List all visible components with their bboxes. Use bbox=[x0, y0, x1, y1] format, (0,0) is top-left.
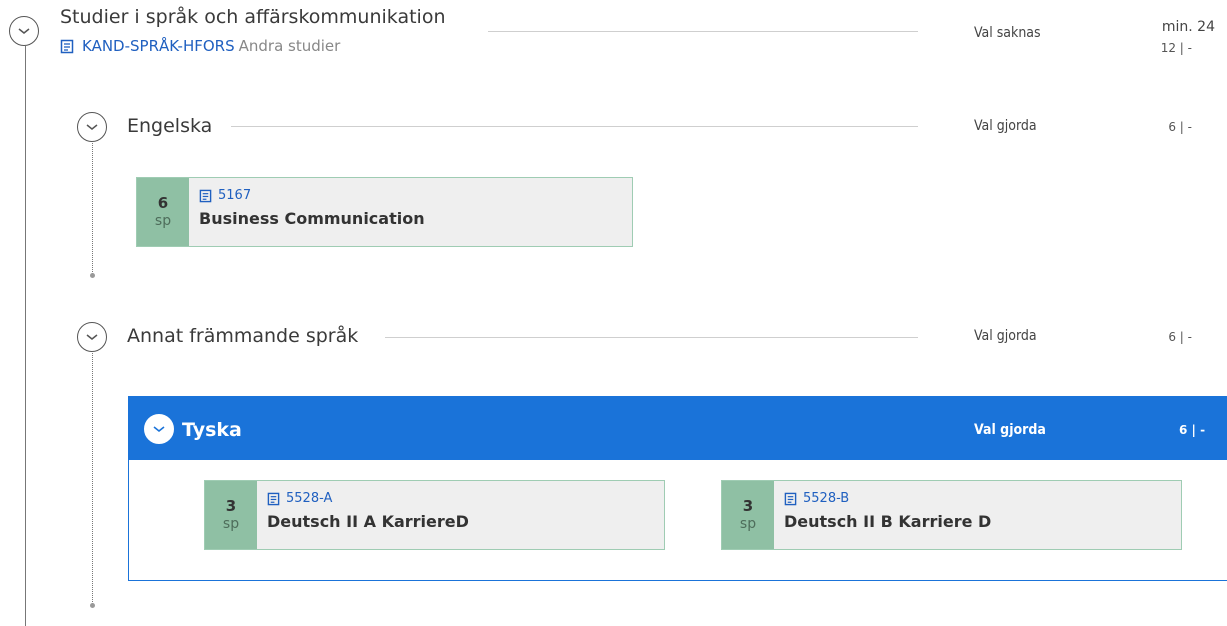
course-credits: 6 bbox=[157, 194, 169, 213]
root-title: Studier i språk och affärskommunikation bbox=[60, 6, 446, 28]
document-icon bbox=[60, 39, 74, 53]
engelska-title: Engelska bbox=[127, 115, 213, 137]
tyska-title: Tyska bbox=[182, 419, 242, 441]
root-tree-line bbox=[25, 46, 26, 626]
tyska-status: Val gjorda bbox=[974, 422, 1046, 438]
course-code-link[interactable]: 5167 bbox=[218, 188, 251, 203]
course-card-5528-B[interactable]: 3 sp 5528-B Deutsch II B Karriere D bbox=[721, 480, 1182, 550]
engelska-expand-button[interactable] bbox=[77, 112, 107, 142]
course-name: Deutsch II A KarriereD bbox=[267, 512, 469, 531]
course-card-5528-A[interactable]: 3 sp 5528-A Deutsch II A KarriereD bbox=[204, 480, 665, 550]
chevron-down-icon bbox=[18, 28, 30, 34]
course-credits-unit: sp bbox=[154, 212, 172, 229]
course-credits-badge: 3 sp bbox=[722, 481, 774, 549]
root-credits-min: min. 24 bbox=[1161, 19, 1215, 35]
annat-expand-button[interactable] bbox=[77, 322, 107, 352]
root-divider bbox=[488, 31, 918, 32]
course-credits-badge: 3 sp bbox=[205, 481, 257, 549]
course-code-link[interactable]: 5528-B bbox=[803, 491, 849, 506]
chevron-down-icon bbox=[153, 426, 165, 433]
course-code-link[interactable]: 5528-A bbox=[286, 491, 332, 506]
annat-status: Val gjorda bbox=[974, 328, 1037, 344]
chevron-down-icon bbox=[86, 124, 98, 130]
engelska-tree-end bbox=[90, 273, 95, 278]
root-code-row: KAND-SPRÅK-HFORS Andra studier bbox=[60, 37, 340, 55]
engelska-status: Val gjorda bbox=[974, 118, 1037, 134]
document-icon bbox=[267, 492, 280, 505]
root-status: Val saknas bbox=[974, 25, 1041, 41]
root-credits: 12 | - bbox=[1160, 41, 1192, 55]
chevron-down-icon bbox=[86, 334, 98, 340]
course-credits-badge: 6 sp bbox=[137, 178, 189, 246]
course-credits: 3 bbox=[742, 497, 754, 516]
document-icon bbox=[784, 492, 797, 505]
root-code-link[interactable]: KAND-SPRÅK-HFORS bbox=[82, 37, 235, 55]
tyska-expand-button[interactable] bbox=[144, 414, 174, 444]
annat-divider bbox=[385, 337, 918, 338]
engelska-tree-line bbox=[92, 143, 93, 276]
course-name: Deutsch II B Karriere D bbox=[784, 512, 992, 531]
root-expand-button[interactable] bbox=[9, 16, 39, 46]
engelska-divider bbox=[231, 126, 918, 127]
course-card-5167[interactable]: 6 sp 5167 Business Communication bbox=[136, 177, 633, 247]
root-subtitle: Andra studier bbox=[238, 37, 341, 55]
document-icon bbox=[199, 189, 212, 202]
course-credits: 3 bbox=[225, 497, 237, 516]
course-credits-unit: sp bbox=[222, 515, 240, 532]
tyska-credits: 6 | - bbox=[1179, 423, 1206, 437]
annat-credits: 6 | - bbox=[1168, 330, 1192, 344]
tyska-header[interactable]: Tyska Val gjorda 6 | - bbox=[129, 397, 1227, 460]
annat-title: Annat främmande språk bbox=[127, 325, 359, 347]
course-credits-unit: sp bbox=[739, 515, 757, 532]
engelska-credits: 6 | - bbox=[1168, 120, 1192, 134]
annat-tree-line bbox=[92, 353, 93, 606]
annat-tree-end bbox=[90, 603, 95, 608]
course-name: Business Communication bbox=[199, 209, 425, 228]
